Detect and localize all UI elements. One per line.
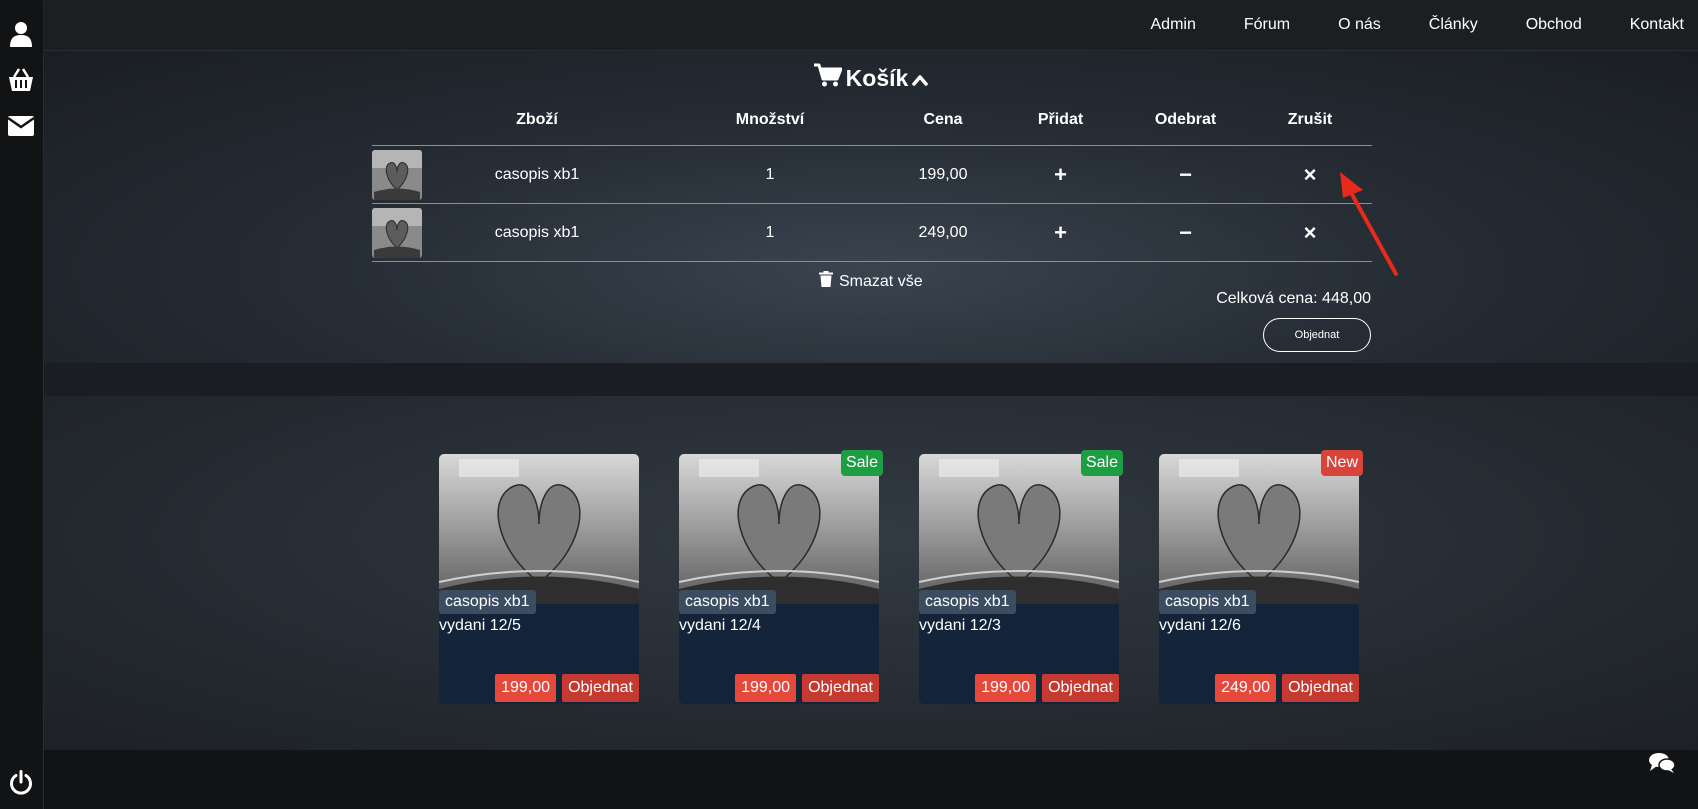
trash-icon — [819, 271, 833, 292]
product-name: casopis xb1 — [1159, 590, 1256, 614]
cart-row-quantity: 1 — [652, 203, 888, 262]
footer — [44, 750, 1698, 809]
product-order-button[interactable]: Objednat — [562, 674, 639, 702]
top-navigation: Admin Fórum O nás Články Obchod Kontakt — [44, 0, 1698, 51]
cart-section: Košík Zboží Množství Cena Přidat Odebrat… — [44, 51, 1698, 363]
product-name: casopis xb1 — [919, 590, 1016, 614]
product-card[interactable]: Sale casopis xb1 vydani 12/3 199,00 Obje… — [919, 450, 1123, 704]
product-image — [919, 454, 1119, 604]
cart-header-item: Zboží — [516, 111, 558, 128]
cart-row-item-name: casopis xb1 — [422, 145, 652, 204]
product-price: 249,00 — [1215, 674, 1276, 702]
product-card[interactable]: Sale casopis xb1 vydani 12/4 199,00 Obje… — [679, 450, 883, 704]
cart-header-row: Zboží Množství Cena Přidat Odebrat Zruši… — [372, 103, 1372, 146]
product-edition: vydani 12/6 — [1159, 617, 1241, 634]
basket-icon[interactable] — [6, 65, 36, 95]
product-price: 199,00 — [975, 674, 1036, 702]
clear-all-button[interactable]: Smazat vše — [819, 271, 923, 292]
cart-row-quantity: 1 — [652, 145, 888, 204]
cart-title[interactable]: Košík — [44, 63, 1698, 93]
user-icon[interactable] — [6, 19, 36, 49]
remove-item-button[interactable]: − — [1179, 162, 1192, 187]
cart-row-price: 199,00 — [888, 145, 998, 204]
product-edition: vydani 12/5 — [439, 617, 521, 634]
cart-header-remove: Odebrat — [1154, 111, 1217, 128]
chevron-up-icon — [912, 65, 929, 92]
product-card[interactable]: casopis xb1 vydani 12/5 199,00 Objednat — [439, 454, 639, 704]
product-edition: vydani 12/3 — [919, 617, 1001, 634]
nav-admin[interactable]: Admin — [1151, 16, 1196, 34]
product-name: casopis xb1 — [439, 590, 536, 614]
power-icon[interactable] — [6, 768, 36, 798]
cart-row-item-name: casopis xb1 — [422, 203, 652, 262]
cart-header-add: Přidat — [1037, 111, 1084, 128]
nav-forum[interactable]: Fórum — [1244, 16, 1290, 34]
order-button[interactable]: Objednat — [1263, 318, 1371, 352]
chat-bubbles-icon[interactable] — [1648, 752, 1676, 779]
sale-badge: Sale — [1080, 450, 1123, 476]
cart-header-quantity: Množství — [735, 111, 805, 128]
cart-total: Celková cena: 448,00 — [1216, 290, 1371, 307]
cart-row-thumbnail — [372, 145, 422, 204]
product-image — [679, 454, 879, 604]
magazine-thumbnail-image — [372, 149, 422, 200]
cart-row: casopis xb1 1 199,00 + − × — [372, 145, 1372, 204]
product-edition: vydani 12/4 — [679, 617, 761, 634]
product-order-button[interactable]: Objednat — [802, 674, 879, 702]
cart-row-price: 249,00 — [888, 203, 998, 262]
product-order-button[interactable]: Objednat — [1282, 674, 1359, 702]
cart-icon — [813, 63, 843, 93]
cart-header-price: Cena — [923, 111, 963, 128]
product-image — [1159, 454, 1359, 604]
cart-table: Zboží Množství Cena Přidat Odebrat Zruši… — [372, 103, 1372, 262]
envelope-icon[interactable] — [6, 111, 36, 141]
magazine-thumbnail-image — [372, 207, 422, 258]
product-name: casopis xb1 — [679, 590, 776, 614]
nav-about[interactable]: O nás — [1338, 16, 1381, 34]
product-card[interactable]: New casopis xb1 vydani 12/6 249,00 Objed… — [1159, 450, 1363, 704]
product-grid: casopis xb1 vydani 12/5 199,00 Objednat … — [44, 396, 1698, 750]
product-image — [439, 454, 639, 604]
nav-contact[interactable]: Kontakt — [1630, 16, 1684, 34]
product-price: 199,00 — [495, 674, 556, 702]
nav-articles[interactable]: Články — [1429, 16, 1478, 34]
add-item-button[interactable]: + — [1054, 162, 1067, 187]
cancel-item-button[interactable]: × — [1304, 162, 1317, 187]
product-order-button[interactable]: Objednat — [1042, 674, 1119, 702]
cancel-item-button[interactable]: × — [1304, 220, 1317, 245]
new-badge: New — [1320, 450, 1363, 476]
sidebar — [0, 0, 44, 809]
cart-row-thumbnail — [372, 203, 422, 262]
sale-badge: Sale — [840, 450, 883, 476]
clear-all-label: Smazat vše — [839, 272, 923, 290]
cart-header-cancel: Zrušit — [1287, 111, 1333, 128]
add-item-button[interactable]: + — [1054, 220, 1067, 245]
remove-item-button[interactable]: − — [1179, 220, 1192, 245]
section-divider — [44, 363, 1698, 396]
cart-row: casopis xb1 1 249,00 + − × — [372, 203, 1372, 262]
cart-title-text: Košík — [845, 64, 909, 91]
cart-header-image — [372, 103, 422, 146]
product-price: 199,00 — [735, 674, 796, 702]
nav-shop[interactable]: Obchod — [1526, 16, 1582, 34]
